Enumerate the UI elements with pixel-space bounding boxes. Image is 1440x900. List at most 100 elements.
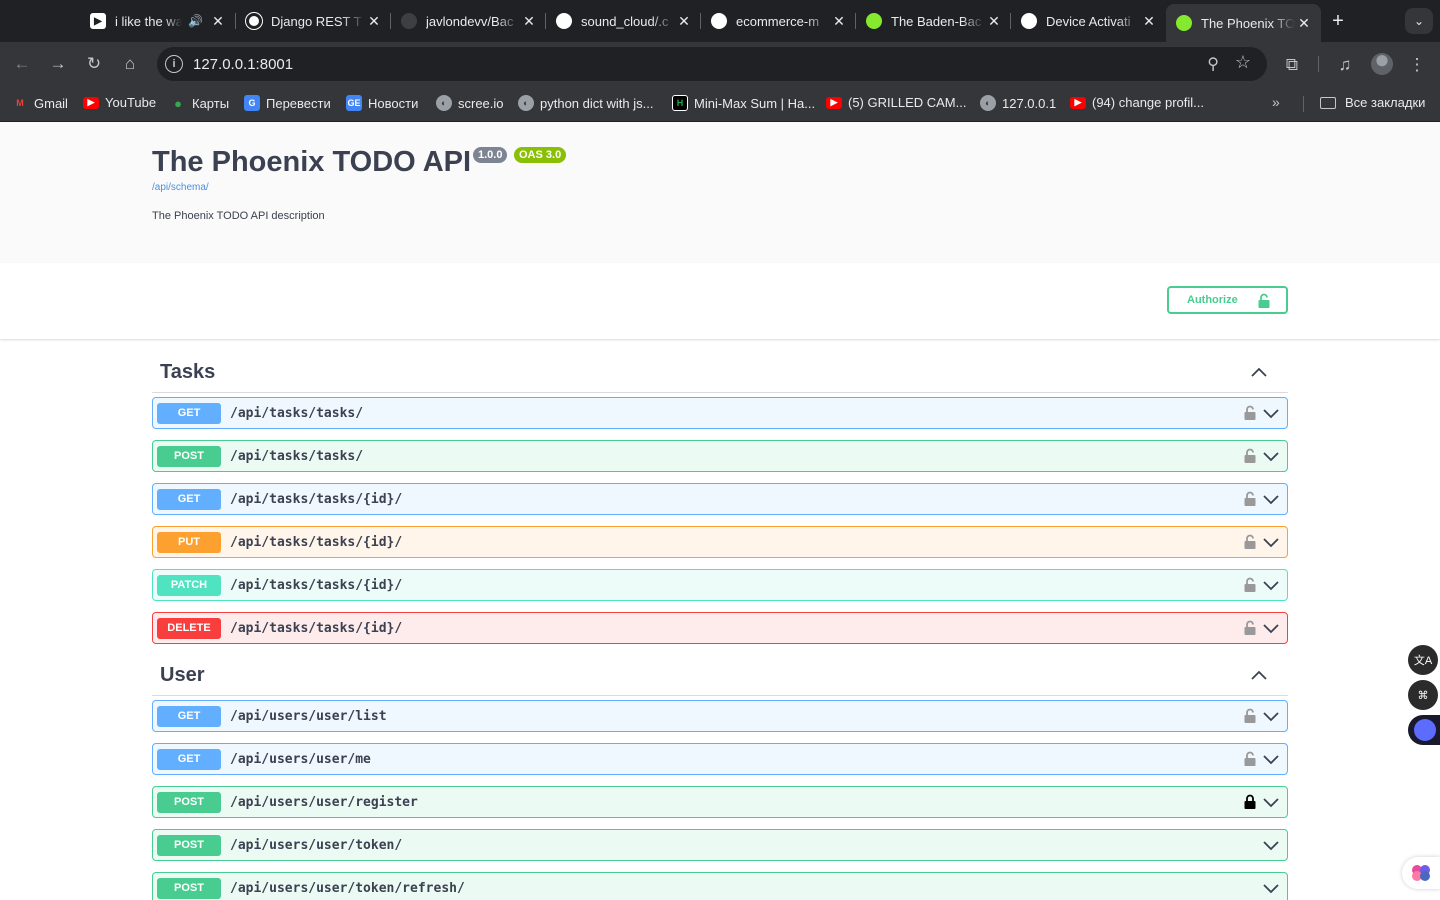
chevron-up-icon[interactable]: [1250, 667, 1268, 685]
operation-get-tasks[interactable]: GET /api/tasks/tasks/: [152, 397, 1288, 429]
chevron-down-icon[interactable]: [1263, 795, 1279, 809]
bookmark-news[interactable]: GE Новости: [346, 95, 418, 111]
tab-3[interactable]: sound_cloud/.c ✕: [546, 5, 701, 37]
close-icon[interactable]: ✕: [209, 12, 227, 30]
lock-open-icon[interactable]: [1243, 620, 1257, 636]
tab-6[interactable]: Device Activati ✕: [1011, 5, 1166, 37]
operation-put-task[interactable]: PUT /api/tasks/tasks/{id}/: [152, 526, 1288, 558]
close-icon[interactable]: ✕: [365, 12, 383, 30]
lock-open-icon[interactable]: [1243, 577, 1257, 593]
close-icon[interactable]: ✕: [520, 12, 538, 30]
tab-title: i like the way: [115, 13, 183, 29]
bookmark-label: (5) GRILLED CAM...: [848, 95, 967, 110]
site-info-icon[interactable]: i: [165, 55, 183, 73]
bookmark-label: Карты: [192, 95, 230, 111]
operation-post-user-token-refresh[interactable]: POST /api/users/user/token/refresh/: [152, 872, 1288, 900]
chevron-down-icon[interactable]: [1263, 492, 1279, 506]
home-icon[interactable]: ⌂: [118, 52, 142, 76]
address-bar[interactable]: i 127.0.0.1:8001 ⚲ ☆: [157, 47, 1267, 81]
bookmark-youtube[interactable]: ▶ YouTube: [83, 95, 156, 110]
chevron-down-icon[interactable]: [1263, 752, 1279, 766]
tab-1[interactable]: Django REST T ✕: [236, 5, 391, 37]
chevron-down-icon[interactable]: [1263, 578, 1279, 592]
assistant-widget-icon[interactable]: [1408, 715, 1440, 745]
lock-open-icon[interactable]: [1243, 534, 1257, 550]
operation-post-user-register[interactable]: POST /api/users/user/register: [152, 786, 1288, 818]
tag-title[interactable]: User: [160, 664, 204, 687]
tab-strip: ▶ i like the way 🔊 ✕ Django REST T ✕ jav…: [0, 0, 1440, 42]
menu-icon[interactable]: ⋮: [1406, 54, 1428, 76]
chevron-down-icon[interactable]: [1263, 449, 1279, 463]
extensions-icon[interactable]: ⧉: [1281, 54, 1303, 76]
bookmark-grilled[interactable]: ▶ (5) GRILLED CAM...: [826, 95, 966, 110]
authorize-button[interactable]: Authorize: [1167, 286, 1288, 314]
toolbar-separator: [1318, 56, 1319, 72]
tab-search-icon[interactable]: ⌄: [1405, 8, 1433, 34]
tab-0[interactable]: ▶ i like the way 🔊 ✕: [80, 5, 235, 37]
operation-get-task-by-id[interactable]: GET /api/tasks/tasks/{id}/: [152, 483, 1288, 515]
tab-active[interactable]: The Phoenix TO ✕: [1166, 4, 1321, 42]
bookmark-label: YouTube: [105, 95, 157, 110]
bookmark-star-icon[interactable]: ☆: [1235, 52, 1251, 73]
brain-extension-icon[interactable]: [1402, 857, 1440, 889]
tab-2[interactable]: javlondevv/Bac ✕: [391, 5, 546, 37]
tab-4[interactable]: ecommerce-m ✕: [701, 5, 856, 37]
operation-get-user-me[interactable]: GET /api/users/user/me: [152, 743, 1288, 775]
operation-delete-task[interactable]: DELETE /api/tasks/tasks/{id}/: [152, 612, 1288, 644]
operation-post-tasks[interactable]: POST /api/tasks/tasks/: [152, 440, 1288, 472]
translate-widget-icon[interactable]: 文A: [1408, 645, 1438, 675]
speaker-icon[interactable]: 🔊: [188, 14, 203, 28]
bookmark-python-dict[interactable]: ◐ python dict with js...: [518, 95, 653, 111]
close-icon[interactable]: ✕: [830, 12, 848, 30]
operation-path: /api/tasks/tasks/{id}/: [230, 491, 403, 507]
bookmark-change-profile[interactable]: ▶ (94) change profil...: [1070, 95, 1204, 110]
chevron-down-icon[interactable]: [1263, 709, 1279, 723]
forward-icon[interactable]: →: [46, 52, 70, 76]
bookmark-maps[interactable]: ● Карты: [170, 95, 229, 111]
tab-title: javlondevv/Bac: [426, 13, 514, 29]
close-icon[interactable]: ✕: [1140, 12, 1158, 30]
oas-badge: OAS 3.0: [514, 147, 567, 163]
api-description: The Phoenix TODO API description: [152, 210, 325, 222]
lock-open-icon[interactable]: [1243, 491, 1257, 507]
lock-open-icon[interactable]: [1243, 751, 1257, 767]
lock-closed-icon[interactable]: [1243, 794, 1257, 810]
chevron-down-icon[interactable]: [1263, 535, 1279, 549]
lock-open-icon[interactable]: [1243, 405, 1257, 421]
chevron-down-icon[interactable]: [1263, 838, 1279, 852]
lock-open-icon[interactable]: [1243, 448, 1257, 464]
operation-get-user-list[interactable]: GET /api/users/user/list: [152, 700, 1288, 732]
bookmark-gmail[interactable]: M Gmail: [12, 95, 68, 111]
brain-icon: [1412, 865, 1430, 881]
tag-title[interactable]: Tasks: [160, 361, 215, 384]
url-text[interactable]: 127.0.0.1:8001: [193, 56, 293, 73]
lock-open-icon[interactable]: [1243, 708, 1257, 724]
globe-icon: ◐: [518, 95, 534, 111]
more-bookmarks-icon[interactable]: »: [1272, 94, 1280, 110]
operation-patch-task[interactable]: PATCH /api/tasks/tasks/{id}/: [152, 569, 1288, 601]
zoom-icon[interactable]: ⚲: [1207, 54, 1219, 74]
operation-post-user-token[interactable]: POST /api/users/user/token/: [152, 829, 1288, 861]
back-icon[interactable]: ←: [10, 52, 34, 76]
chevron-up-icon[interactable]: [1250, 364, 1268, 382]
chevron-down-icon[interactable]: [1263, 881, 1279, 895]
close-icon[interactable]: ✕: [985, 12, 1003, 30]
bookmark-translate[interactable]: G Перевести: [244, 95, 331, 111]
schema-link[interactable]: /api/schema/: [152, 182, 209, 193]
chevron-down-icon[interactable]: [1263, 621, 1279, 635]
reload-icon[interactable]: ↻: [82, 52, 106, 76]
apps-widget-icon[interactable]: ⌘: [1408, 680, 1438, 710]
media-control-icon[interactable]: ♫: [1334, 54, 1356, 76]
all-bookmarks[interactable]: Все закладки: [1320, 95, 1425, 110]
bookmark-screeio[interactable]: ◐ scree.io: [436, 95, 504, 111]
close-icon[interactable]: ✕: [1295, 14, 1313, 32]
profile-avatar[interactable]: [1371, 53, 1393, 75]
chevron-down-icon[interactable]: [1263, 406, 1279, 420]
tab-5[interactable]: The Baden-Bac ✕: [856, 5, 1011, 37]
globe-icon: ◐: [436, 95, 452, 111]
bookmark-localhost[interactable]: ◐ 127.0.0.1: [980, 95, 1056, 111]
hackerrank-icon: H: [672, 95, 688, 111]
bookmark-hackerrank[interactable]: H Mini-Max Sum | Ha...: [672, 95, 815, 111]
new-tab-icon[interactable]: +: [1326, 9, 1350, 33]
close-icon[interactable]: ✕: [675, 12, 693, 30]
